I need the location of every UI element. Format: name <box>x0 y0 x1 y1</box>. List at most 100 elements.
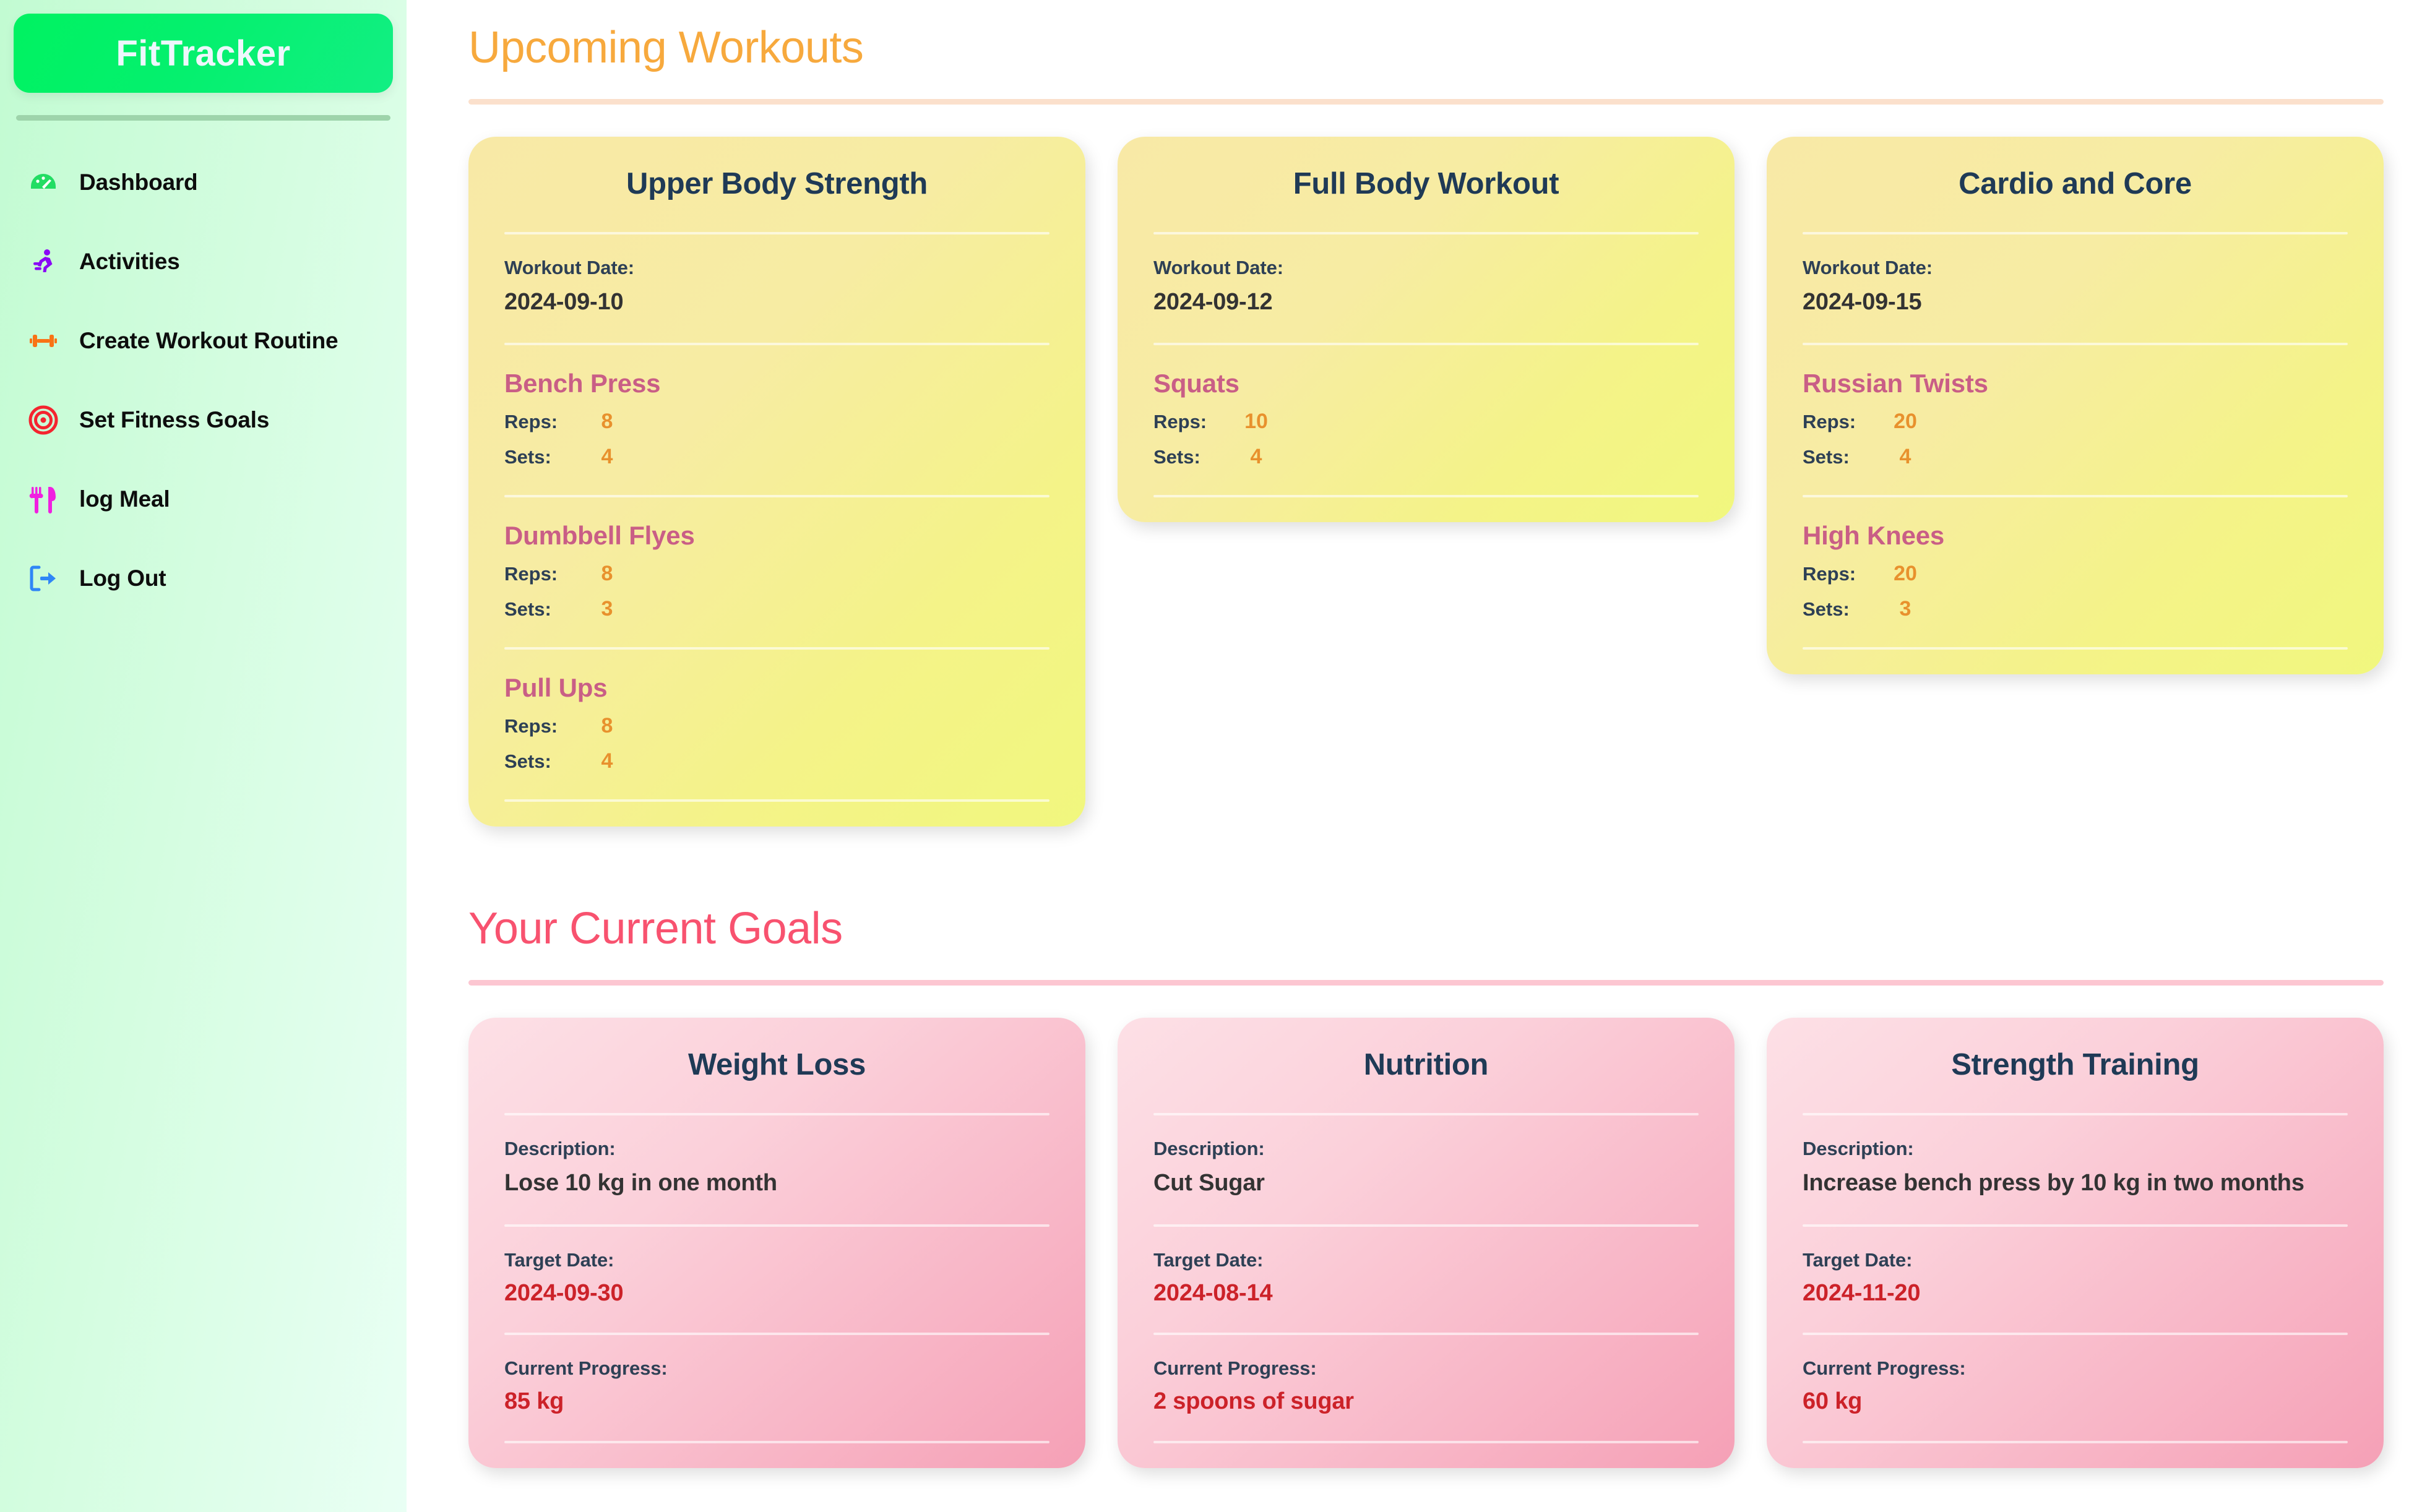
workout-card[interactable]: Cardio and Core Workout Date: 2024-09-15… <box>1767 136 2384 675</box>
reps-value: 8 <box>601 714 613 738</box>
exercise-name: Bench Press <box>504 369 661 398</box>
goal-progress-block: Current Progress: 2 spoons of sugar <box>1153 1335 1699 1415</box>
goal-cards-row: Weight Loss Description: Lose 10 kg in o… <box>468 1018 2384 1468</box>
sidebar-item-activities[interactable]: Activities <box>27 244 393 279</box>
description-label: Description: <box>1153 1138 1265 1160</box>
goal-target-date-block: Target Date: 2024-11-20 <box>1803 1227 2348 1307</box>
sidebar-nav: Dashboard Activities Create Workout Rout… <box>14 165 393 596</box>
goal-target-date-block: Target Date: 2024-09-30 <box>504 1227 1049 1307</box>
exercise-name: Russian Twists <box>1803 369 1988 398</box>
upcoming-workouts-section: Upcoming Workouts Upper Body Strength Wo… <box>468 23 2384 827</box>
reps-label: Reps: <box>1153 411 1207 433</box>
exercise-reps: Reps: 8 <box>504 714 1049 738</box>
exercise-sets: Sets: 4 <box>1153 445 1699 469</box>
exercise-name: Pull Ups <box>504 673 608 703</box>
brand-name: FitTracker <box>116 33 291 74</box>
sets-label: Sets: <box>1803 446 1850 468</box>
workout-card[interactable]: Full Body Workout Workout Date: 2024-09-… <box>1118 136 1735 523</box>
description-value: Increase bench press by 10 kg in two mon… <box>1803 1170 2304 1196</box>
workout-date-value: 2024-09-12 <box>1153 288 1273 315</box>
workout-date-block: Workout Date: 2024-09-12 <box>1153 234 1699 317</box>
sidebar-item-create-workout-routine[interactable]: Create Workout Routine <box>27 324 393 358</box>
goal-card[interactable]: Nutrition Description: Cut Sugar Target … <box>1118 1018 1735 1468</box>
sets-value: 4 <box>601 445 613 469</box>
sidebar-item-log-out[interactable]: Log Out <box>27 561 393 596</box>
sets-label: Sets: <box>504 446 551 468</box>
sidebar-item-dashboard[interactable]: Dashboard <box>27 165 393 200</box>
target-date-value: 2024-11-20 <box>1803 1279 1921 1306</box>
block-separator <box>1153 495 1699 498</box>
description-value: Lose 10 kg in one month <box>504 1170 777 1196</box>
current-progress-value: 60 kg <box>1803 1388 1863 1414</box>
exercise-reps: Reps: 8 <box>504 410 1049 434</box>
block-separator <box>504 1440 1049 1443</box>
app-root: FitTracker Dashboard Activities Create W… <box>0 0 2422 1512</box>
goal-card[interactable]: Strength Training Description: Increase … <box>1767 1018 2384 1468</box>
workout-date-block: Workout Date: 2024-09-15 <box>1803 234 2348 317</box>
exercise-sets: Sets: 4 <box>504 445 1049 469</box>
goals-divider <box>468 980 2384 986</box>
current-goals-section: Your Current Goals Weight Loss Descripti… <box>468 906 2384 1468</box>
sidebar-item-label: Activities <box>79 249 180 274</box>
sets-value: 4 <box>1899 445 1911 469</box>
exercise-sets: Sets: 4 <box>504 749 1049 773</box>
sets-label: Sets: <box>1153 446 1200 468</box>
reps-value: 10 <box>1244 410 1268 434</box>
workout-date-label: Workout Date: <box>504 256 634 278</box>
current-progress-value: 2 spoons of sugar <box>1153 1388 1354 1414</box>
goal-card[interactable]: Weight Loss Description: Lose 10 kg in o… <box>468 1018 1085 1468</box>
sidebar-item-set-fitness-goals[interactable]: Set Fitness Goals <box>27 403 393 437</box>
block-separator <box>1153 1440 1699 1443</box>
block-separator <box>504 799 1049 802</box>
reps-value: 20 <box>1894 562 1917 586</box>
goal-card-title: Nutrition <box>1363 1048 1489 1082</box>
exercise-sets: Sets: 3 <box>504 597 1049 621</box>
speedometer-icon <box>27 166 59 199</box>
exercise-reps: Reps: 8 <box>504 562 1049 586</box>
target-date-label: Target Date: <box>1153 1248 1264 1271</box>
exercise-reps: Reps: 10 <box>1153 410 1699 434</box>
exercise-name: Dumbbell Flyes <box>504 521 695 551</box>
workout-card-title: Cardio and Core <box>1959 166 2192 200</box>
workout-card[interactable]: Upper Body Strength Workout Date: 2024-0… <box>468 136 1085 827</box>
exercise-item: High Knees Reps: 20 Sets: 3 <box>1803 497 2348 621</box>
sidebar-item-label: Dashboard <box>79 170 198 195</box>
sets-value: 4 <box>1250 445 1262 469</box>
sets-label: Sets: <box>1803 598 1850 621</box>
workout-date-label: Workout Date: <box>1153 256 1283 278</box>
workout-date-value: 2024-09-10 <box>504 288 624 315</box>
sidebar-item-log-meal[interactable]: log Meal <box>27 482 393 517</box>
reps-label: Reps: <box>504 715 558 737</box>
exercise-sets: Sets: 3 <box>1803 597 2348 621</box>
reps-value: 20 <box>1894 410 1917 434</box>
sets-label: Sets: <box>504 598 551 621</box>
logout-arrow-icon <box>27 562 59 595</box>
current-progress-label: Current Progress: <box>1153 1357 1317 1379</box>
exercise-name: Squats <box>1153 369 1239 398</box>
reps-value: 8 <box>601 410 613 434</box>
current-progress-label: Current Progress: <box>1803 1357 1966 1379</box>
sets-label: Sets: <box>504 750 551 773</box>
goal-description-block: Description: Increase bench press by 10 … <box>1803 1115 2348 1198</box>
target-date-value: 2024-09-30 <box>504 1279 624 1306</box>
workouts-divider <box>468 98 2384 105</box>
workout-cards-row: Upper Body Strength Workout Date: 2024-0… <box>468 136 2384 827</box>
exercise-item: Russian Twists Reps: 20 Sets: 4 <box>1803 345 2348 469</box>
dumbbell-icon <box>27 325 59 357</box>
workout-card-title: Full Body Workout <box>1293 166 1559 200</box>
workouts-heading: Upcoming Workouts <box>468 23 864 72</box>
goal-description-block: Description: Lose 10 kg in one month <box>504 1115 1049 1198</box>
block-separator <box>1803 647 2348 650</box>
sidebar-item-label: Log Out <box>79 565 166 591</box>
brand-logo[interactable]: FitTracker <box>14 14 393 93</box>
goal-description-block: Description: Cut Sugar <box>1153 1115 1699 1198</box>
sets-value: 3 <box>601 597 613 621</box>
exercise-name: High Knees <box>1803 521 1945 551</box>
goal-card-title: Strength Training <box>1951 1048 2199 1082</box>
sets-value: 3 <box>1899 597 1911 621</box>
current-progress-value: 85 kg <box>504 1388 564 1414</box>
goal-target-date-block: Target Date: 2024-08-14 <box>1153 1227 1699 1307</box>
current-progress-label: Current Progress: <box>504 1357 668 1379</box>
exercise-reps: Reps: 20 <box>1803 410 2348 434</box>
description-value: Cut Sugar <box>1153 1170 1265 1196</box>
